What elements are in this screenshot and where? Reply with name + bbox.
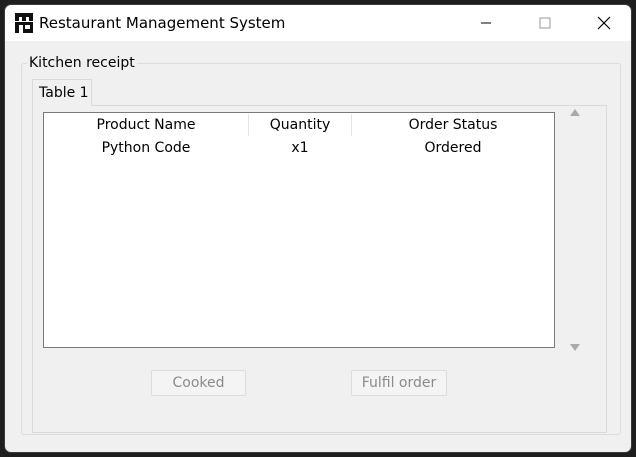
column-header-quantity[interactable]: Quantity [249,113,351,137]
window-title: Restaurant Management System [39,14,286,32]
scrollbar-arrows [570,109,580,351]
group-label: Kitchen receipt [27,55,137,71]
minimize-button[interactable] [463,5,509,41]
table-header: Product Name Quantity Order Status [44,113,554,137]
scroll-up-icon [570,109,580,116]
cooked-button[interactable]: Cooked [151,370,246,396]
close-icon [597,16,611,30]
fulfil-order-button[interactable]: Fulfil order [351,370,447,396]
minimize-icon [481,22,491,24]
order-table[interactable]: Product Name Quantity Order Status Pytho… [43,112,555,348]
close-button[interactable] [581,5,627,41]
table-row[interactable]: Python Code x1 Ordered [44,137,554,159]
column-header-product-name[interactable]: Product Name [44,113,248,137]
column-header-order-status[interactable]: Order Status [352,113,554,137]
cell-order-status: Ordered [424,140,482,156]
scroll-down-icon [570,344,580,351]
maximize-icon [539,17,551,29]
maximize-button[interactable] [522,5,568,41]
cell-product-name: Python Code [101,140,191,156]
vertical-scrollbar[interactable] [565,102,585,358]
tab-table-1[interactable]: Table 1 [32,79,92,106]
title-bar[interactable]: Restaurant Management System [5,5,631,41]
app-window: Restaurant Management System Kitchen rec… [4,4,632,453]
store-icon [15,13,33,33]
cell-quantity: x1 [291,140,309,156]
